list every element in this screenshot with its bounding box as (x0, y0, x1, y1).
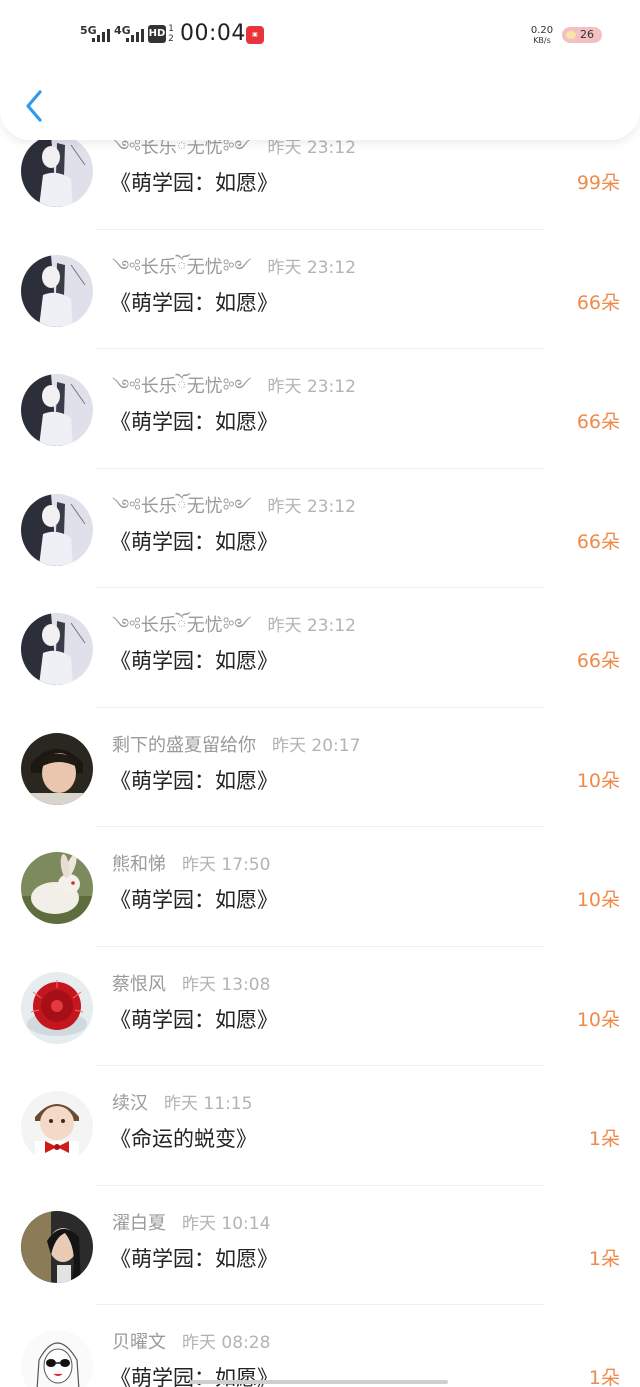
timestamp: 昨天 20:17 (272, 735, 361, 756)
hd-sim-label: 1 2 (168, 24, 174, 44)
flower-amount: 1朵 (588, 1367, 620, 1387)
record-meta: 剩下的盛夏留给你 昨天 20:17 (112, 734, 360, 758)
flower-amount: 99朵 (576, 172, 620, 194)
app-notification-icon: ▣ (246, 26, 264, 44)
avatar-girl-portrait[interactable] (21, 1210, 93, 1283)
book-title[interactable]: 《萌学园：如愿》 (110, 527, 278, 557)
avatar-ink-lady[interactable] (21, 254, 93, 327)
record-meta: ༺长乐ོ无忧༻ 昨天 23:12 (112, 495, 356, 519)
user-name[interactable]: 贝曜文 (112, 1332, 166, 1353)
list-item[interactable]: 贝曜文 昨天 08:28 《萌学园：如愿》 1朵 (0, 1305, 640, 1387)
timestamp: 昨天 11:15 (164, 1094, 253, 1114)
avatar-sketch-sunglasses[interactable] (21, 1330, 93, 1387)
book-title[interactable]: 《萌学园：如愿》 (110, 885, 278, 915)
timestamp: 昨天 08:28 (182, 1333, 271, 1353)
record-meta: 熊和悌 昨天 17:50 (112, 853, 270, 877)
flower-amount: 10朵 (576, 1008, 620, 1031)
timestamp: 昨天 23:12 (267, 257, 356, 278)
timestamp: 昨天 23:12 (267, 496, 356, 517)
book-title[interactable]: 《萌学园：如愿》 (110, 1244, 278, 1274)
user-name[interactable]: ༺长乐ོ无忧༻ (112, 257, 252, 278)
timestamp: 昨天 13:08 (182, 974, 271, 995)
list-item[interactable]: ༺长乐ོ无忧༻ 昨天 23:12 《萌学园：如愿》 66朵 (0, 588, 640, 708)
avatar-ink-lady[interactable] (21, 135, 93, 207)
list-item[interactable]: ༺长乐ོ无忧༻ 昨天 23:12 《萌学园：如愿》 66朵 (0, 230, 640, 349)
record-meta: ༺长乐ོ无忧༻ 昨天 23:12 (112, 256, 356, 280)
book-title[interactable]: 《萌学园：如愿》 (110, 288, 278, 318)
list-item[interactable]: 蔡恨风 昨天 13:08 《萌学园：如愿》 10朵 (0, 947, 640, 1066)
avatar-ink-lady[interactable] (21, 374, 93, 446)
record-meta: 蔡恨风 昨天 13:08 (112, 973, 270, 997)
user-name[interactable]: ༺长乐ོ无忧༻ (112, 137, 252, 158)
flower-amount: 1朵 (588, 1128, 620, 1150)
flower-amount: 66朵 (576, 650, 620, 672)
list-item[interactable]: ༺长乐ོ无忧༻ 昨天 23:12 《萌学园：如愿》 66朵 (0, 349, 640, 469)
signal-5g-icon (92, 29, 110, 42)
record-meta: 濯白夏 昨天 10:14 (112, 1212, 270, 1236)
user-name[interactable]: ༺长乐ོ无忧༻ (112, 615, 252, 636)
user-name[interactable]: 蔡恨风 (112, 974, 166, 995)
user-name[interactable]: 剩下的盛夏留给你 (112, 735, 256, 756)
book-title[interactable]: 《萌学园：如愿》 (110, 646, 278, 676)
avatar-ink-lady[interactable] (21, 493, 93, 566)
flower-amount: 10朵 (576, 769, 620, 792)
screen: ༺长乐ོ无忧༻ 昨天 23:12 《萌学园：如愿》 99朵 ༺长乐ོ无忧༻ 昨天 2… (0, 0, 640, 1387)
timestamp: 昨天 17:50 (182, 855, 271, 875)
book-title[interactable]: 《萌学园：如愿》 (110, 407, 278, 437)
avatar-red-cactus[interactable] (21, 971, 93, 1044)
book-title[interactable]: 《萌学园：如愿》 (110, 168, 278, 198)
battery-dot (566, 31, 576, 39)
book-title[interactable]: 《萌学园：如愿》 (110, 1005, 278, 1035)
timestamp: 昨天 23:12 (267, 616, 356, 636)
timestamp: 昨天 23:12 (267, 377, 356, 397)
speed-value: 0.20 (530, 25, 554, 36)
flower-amount: 66朵 (576, 411, 620, 433)
avatar-child-bowtie[interactable] (21, 1091, 93, 1163)
user-name[interactable]: 濯白夏 (112, 1213, 166, 1234)
list-item[interactable]: 濯白夏 昨天 10:14 《萌学园：如愿》 1朵 (0, 1186, 640, 1305)
list-item[interactable]: 剩下的盛夏留给你 昨天 20:17 《萌学园：如愿》 10朵 (0, 708, 640, 827)
gift-record-list[interactable]: ༺长乐ོ无忧༻ 昨天 23:12 《萌学园：如愿》 99朵 ༺长乐ོ无忧༻ 昨天 2… (0, 110, 640, 1387)
home-indicator[interactable] (190, 1380, 448, 1384)
user-name[interactable]: ༺长乐ོ无忧༻ (112, 376, 252, 397)
flower-amount: 66朵 (576, 530, 620, 553)
timestamp: 昨天 10:14 (182, 1213, 271, 1234)
user-name[interactable]: 续汉 (112, 1093, 148, 1114)
flower-amount: 66朵 (576, 291, 620, 314)
network-speed: 0.20 KB/s (526, 25, 558, 46)
status-bar: 5G 4G HD 1 2 00:04 ▣ 0.20 KB/s 26 (0, 0, 640, 70)
flower-amount: 10朵 (576, 889, 620, 911)
list-item[interactable]: ༺长乐ོ无忧༻ 昨天 23:12 《萌学园：如愿》 66朵 (0, 469, 640, 588)
user-name[interactable]: ༺长乐ོ无忧༻ (112, 496, 252, 517)
avatar-rabbit[interactable] (21, 852, 93, 924)
list-item[interactable]: 熊和悌 昨天 17:50 《萌学园：如愿》 10朵 (0, 827, 640, 947)
flower-amount: 1朵 (588, 1247, 620, 1270)
clock: 00:04 (180, 21, 246, 46)
record-meta: 贝曜文 昨天 08:28 (112, 1331, 270, 1355)
record-meta: ༺长乐ོ无忧༻ 昨天 23:12 (112, 614, 356, 638)
book-title[interactable]: 《命运的蜕变》 (110, 1124, 257, 1154)
top-header: 5G 4G HD 1 2 00:04 ▣ 0.20 KB/s 26 (0, 0, 640, 140)
avatar-boy-portrait[interactable] (21, 732, 93, 805)
user-name[interactable]: 熊和悌 (112, 854, 166, 875)
battery-level: 26 (580, 28, 594, 41)
list-item[interactable]: 续汉 昨天 11:15 《命运的蜕变》 1朵 (0, 1066, 640, 1186)
speed-unit: KB/s (533, 36, 551, 45)
timestamp: 昨天 23:12 (267, 138, 356, 158)
chevron-left-icon[interactable] (20, 86, 50, 126)
record-meta: 续汉 昨天 11:15 (112, 1092, 252, 1116)
battery-icon: 26 (562, 27, 602, 43)
hd-voice-icon: HD (148, 25, 166, 43)
record-meta: ༺长乐ོ无忧༻ 昨天 23:12 (112, 375, 356, 399)
book-title[interactable]: 《萌学园：如愿》 (110, 766, 278, 796)
avatar-ink-lady[interactable] (21, 613, 93, 685)
signal-4g-icon (126, 29, 144, 42)
